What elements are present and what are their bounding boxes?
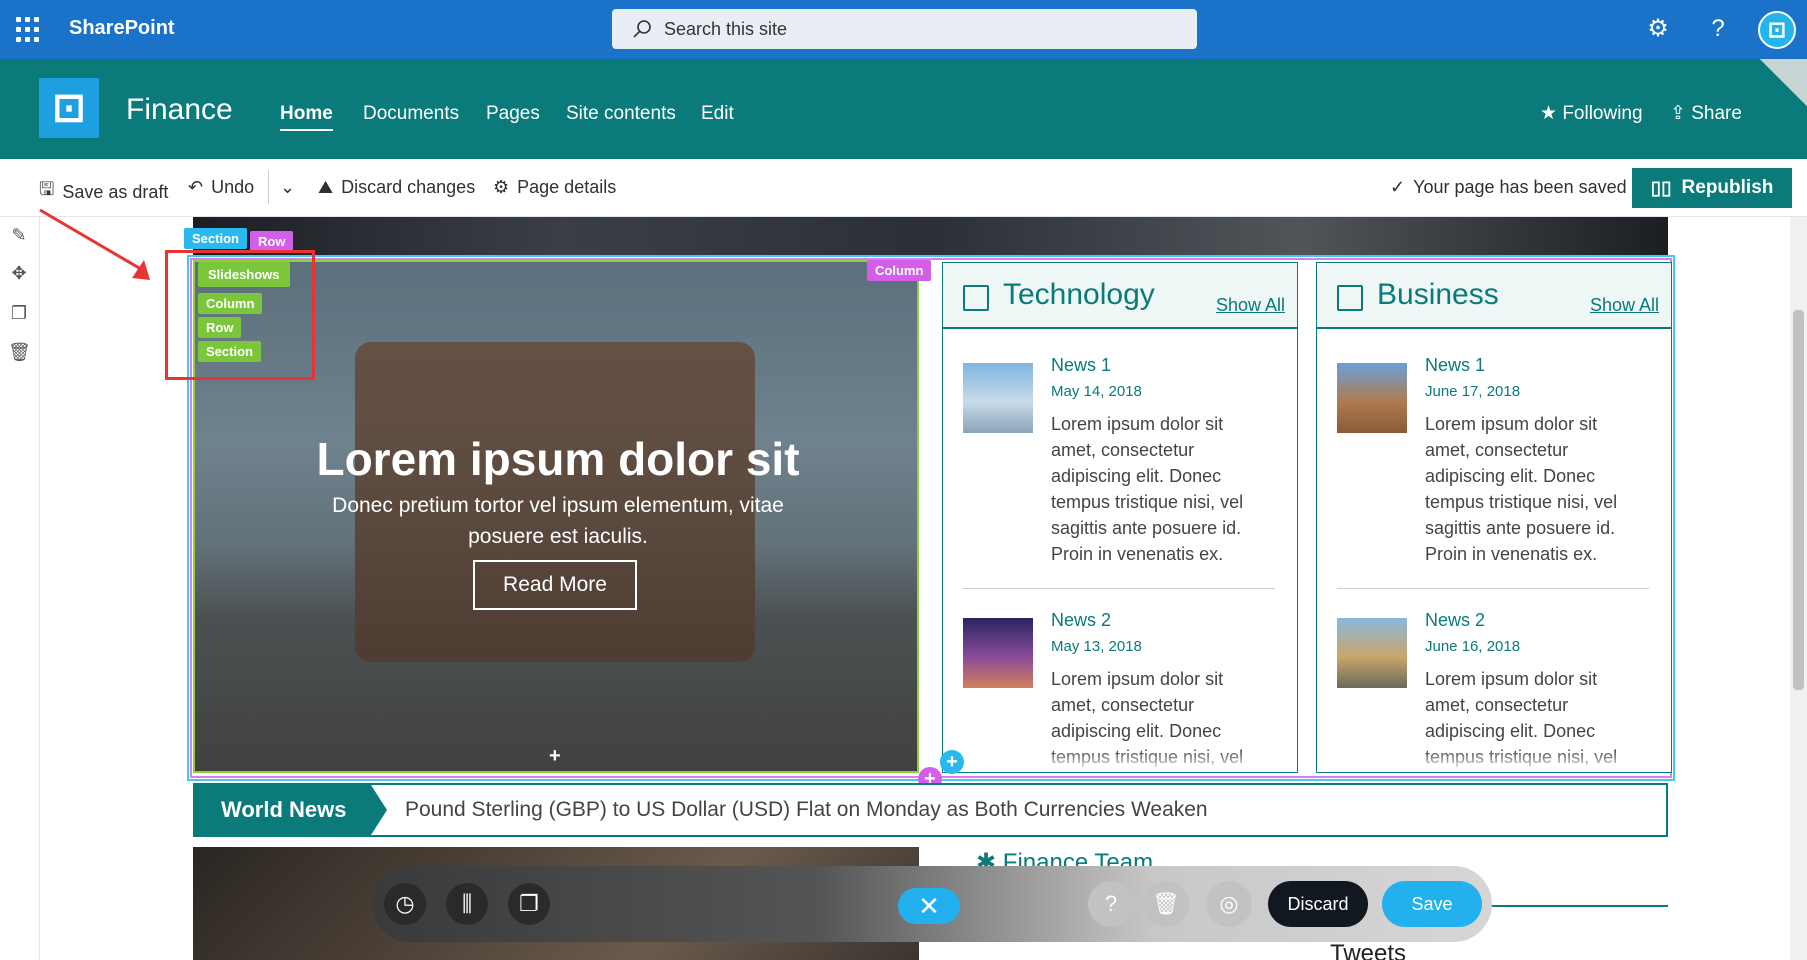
column-tag[interactable]: Column (867, 260, 932, 281)
ticker-label: World News (195, 785, 371, 835)
help-icon[interactable]: ? (1703, 14, 1733, 44)
panel-title: Business (1377, 278, 1499, 311)
edit-icon[interactable]: ✎ (8, 225, 30, 247)
edit-rail (0, 217, 40, 960)
share-label: Share (1691, 103, 1742, 124)
following-button[interactable]: ★ Following (1540, 102, 1643, 125)
app-launcher-icon[interactable] (16, 17, 42, 43)
news-body: Lorem ipsum dolor sit amet, consectetur … (1425, 414, 1618, 564)
news-date: June 17, 2018 (1425, 383, 1521, 400)
save-as-draft-label: Save as draft (62, 181, 169, 202)
checkmark-icon: ✓ (1390, 177, 1406, 197)
show-all-link[interactable]: Show All (1216, 295, 1285, 316)
discard-icon: ⛰ (318, 177, 334, 197)
discard-changes-button[interactable]: ⛰ Discard changes (318, 177, 475, 198)
panel-title: Technology (1003, 278, 1155, 311)
search-icon (633, 20, 651, 38)
top-banner-image (193, 217, 1668, 257)
help-icon[interactable]: ? (1088, 881, 1134, 927)
scrollbar-thumb[interactable] (1793, 310, 1804, 690)
share-button[interactable]: ⇪ Share (1670, 102, 1742, 125)
discard-button[interactable]: Discard (1268, 881, 1368, 927)
row-tag[interactable]: Row (250, 231, 294, 252)
undo-label: Undo (211, 177, 255, 197)
nav-site-contents[interactable]: Site contents (566, 103, 676, 125)
panel-header: Technology Show All (943, 263, 1297, 329)
news-title[interactable]: News 2 (1051, 610, 1111, 631)
newspaper-icon (963, 285, 989, 311)
undo-button[interactable]: ↶ Undo (188, 177, 254, 198)
news-thumbnail (1337, 363, 1407, 433)
search-box[interactable]: Search this site (612, 9, 1197, 49)
news-title[interactable]: News 1 (1051, 355, 1111, 376)
news-date: June 16, 2018 (1425, 638, 1521, 655)
history-clock-icon[interactable]: ◷ (384, 883, 426, 925)
briefcase-icon (1337, 285, 1363, 311)
saved-status: ✓ Your page has been saved (1390, 177, 1627, 198)
hide-eye-icon[interactable]: ◎ (1206, 881, 1252, 927)
copy-icon[interactable]: ❐ (508, 883, 550, 925)
ticker-arrow (371, 785, 387, 835)
undo-icon: ↶ (188, 177, 204, 197)
business-panel: Business Show All News 1 June 17, 2018 L… (1316, 262, 1672, 773)
ticker-headline[interactable]: Pound Sterling (GBP) to US Dollar (USD) … (405, 798, 1208, 822)
news-thumbnail (1337, 618, 1407, 688)
close-icon[interactable]: ✕ (898, 888, 960, 924)
save-icon: 🖫 (39, 179, 55, 199)
highlight-box (165, 250, 315, 380)
avatar[interactable]: ⊡ (1758, 11, 1796, 49)
page-details-label: Page details (517, 177, 617, 197)
news-body: Lorem ipsum dolor sit amet, consectetur … (1051, 414, 1244, 564)
discard-changes-label: Discard changes (341, 177, 476, 197)
settings-gear-icon[interactable]: ⚙ (1643, 14, 1673, 44)
site-header (0, 59, 1807, 159)
site-name[interactable]: Finance (126, 93, 233, 127)
star-icon: ★ (1540, 103, 1563, 124)
search-placeholder: Search this site (664, 18, 788, 39)
delete-icon[interactable]: 🗑 (8, 342, 31, 364)
save-button[interactable]: Save (1382, 881, 1482, 927)
show-all-link[interactable]: Show All (1590, 295, 1659, 316)
trash-icon[interactable]: 🗑 (1143, 881, 1189, 927)
news-thumbnail (963, 363, 1033, 433)
tweets-heading: Tweets (1330, 940, 1407, 960)
section-tag[interactable]: Section (184, 228, 247, 249)
news-date: May 13, 2018 (1051, 638, 1142, 655)
technology-panel: Technology Show All News 1 May 14, 2018 … (942, 262, 1298, 773)
panel-header: Business Show All (1317, 263, 1671, 329)
duplicate-icon[interactable]: ❐ (8, 303, 30, 325)
news-date: May 14, 2018 (1051, 383, 1142, 400)
scroll-fade (943, 750, 1297, 772)
news-title[interactable]: News 1 (1425, 355, 1485, 376)
nav-home[interactable]: Home (280, 103, 333, 131)
book-icon: ▯▯ (1650, 177, 1672, 199)
saved-status-text: Your page has been saved (1413, 177, 1627, 197)
nav-pages[interactable]: Pages (486, 103, 540, 125)
nav-edit[interactable]: Edit (701, 103, 734, 125)
nav-documents[interactable]: Documents (363, 103, 459, 125)
collapse-corner-icon[interactable] (1760, 59, 1807, 106)
divider (963, 588, 1275, 589)
republish-label: Republish (1681, 177, 1774, 198)
divider (268, 170, 269, 204)
news-title[interactable]: News 2 (1425, 610, 1485, 631)
gear-icon: ⚙ (493, 177, 510, 197)
move-icon[interactable]: ✥ (8, 263, 30, 285)
columns-icon[interactable]: ⫼ (446, 883, 488, 925)
republish-button[interactable]: ▯▯ Republish (1632, 168, 1792, 208)
following-label: Following (1562, 103, 1643, 124)
divider (1337, 588, 1649, 589)
annotation-arrow (39, 208, 150, 280)
news-ticker: World News Pound Sterling (GBP) to US Do… (193, 783, 1668, 837)
scroll-fade (1317, 750, 1671, 772)
undo-dropdown-chevron-down-icon[interactable]: ⌄ (280, 177, 295, 198)
share-icon: ⇪ (1670, 103, 1692, 124)
add-column-plus-icon[interactable]: + (940, 750, 964, 774)
page-details-button[interactable]: ⚙ Page details (493, 177, 616, 198)
save-as-draft-button[interactable]: 🖫 Save as draft (39, 177, 168, 207)
site-logo[interactable]: ⊡ (39, 78, 99, 138)
suite-app-title[interactable]: SharePoint (69, 17, 175, 40)
news-thumbnail (963, 618, 1033, 688)
